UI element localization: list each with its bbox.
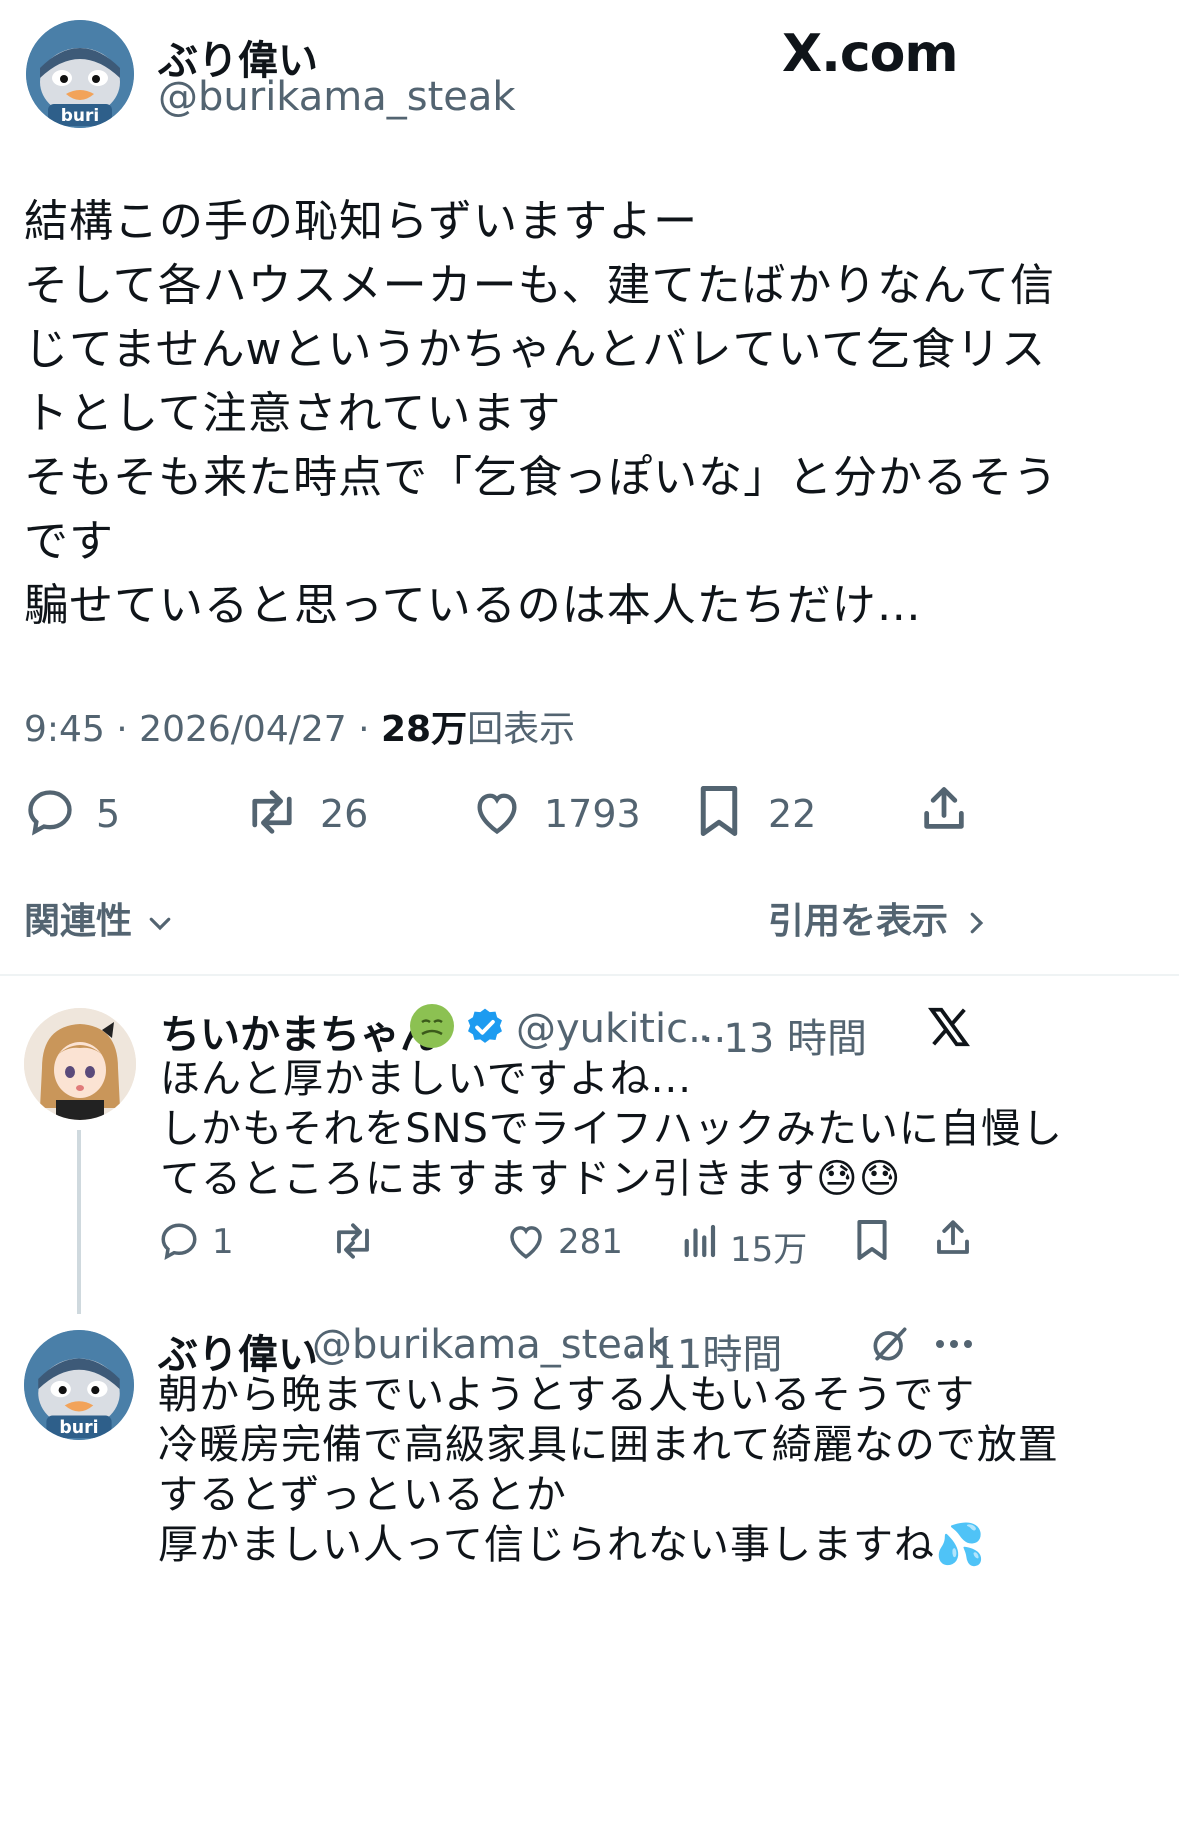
reply1-emoji: 😓😓 <box>816 1156 902 1202</box>
divider <box>0 974 1179 976</box>
reply1-bookmark-button[interactable] <box>854 1218 890 1262</box>
reply1-body: ほんと厚かましいですよね... しかもそれをSNSでライフハックみたいに自慢し … <box>160 1050 1063 1208</box>
reply2-body: 朝から晩までいようとする人もいるそうです 冷暖房完備で高級家具に囲まれて綺麗なの… <box>158 1366 1059 1574</box>
tweet-views-count: 28万 <box>381 709 468 750</box>
bookmark-button[interactable] <box>696 784 742 838</box>
heart-icon <box>477 793 517 835</box>
tweet-views-label: 回表示 <box>467 709 576 750</box>
reply2-line-text: 厚かましい人って信じられない事しますね <box>158 1522 935 1568</box>
reply-count: 5 <box>96 792 121 836</box>
sort-relevance-button[interactable]: 関連性 <box>24 892 175 944</box>
view-quotes-button[interactable]: 引用を表示 <box>768 892 991 944</box>
bar-chart-icon <box>684 1224 716 1258</box>
like-button[interactable] <box>470 786 524 838</box>
share-icon <box>924 787 964 829</box>
reply1-reply-count: 1 <box>212 1222 234 1262</box>
retweet-icon <box>252 790 292 834</box>
reply1-handle[interactable]: @yukitic... <box>516 1006 726 1052</box>
retweet-count: 26 <box>320 792 369 836</box>
view-quotes-label: 引用を表示 <box>768 901 949 942</box>
site-badge: X.com <box>782 24 959 84</box>
reply-button[interactable] <box>24 786 76 838</box>
share-icon <box>937 1220 969 1254</box>
reply1-share-button[interactable] <box>932 1216 974 1260</box>
thread-line <box>77 1130 81 1314</box>
reply1-line: てるところにますますドン引きます😓😓 <box>160 1150 1063 1208</box>
chevron-down-icon <box>149 917 170 931</box>
author-avatar[interactable]: buri <box>26 20 134 128</box>
reply2-avatar[interactable]: buri <box>24 1330 134 1440</box>
share-button[interactable] <box>918 782 970 836</box>
reply1-avatar[interactable] <box>24 1008 136 1120</box>
more-dots-icon[interactable] <box>934 1336 974 1355</box>
author-handle[interactable]: @burikama_steak <box>158 74 516 120</box>
reply1-views-count: 15万 <box>730 1230 808 1270</box>
sort-relevance-label: 関連性 <box>24 901 133 942</box>
retweet-button[interactable] <box>244 786 300 838</box>
reply1-like-button[interactable] <box>504 1220 548 1262</box>
tweet-line: 騙せていると思っているのは本人たちだけ… <box>24 580 922 631</box>
x-logo-icon[interactable] <box>926 1004 972 1054</box>
like-count: 1793 <box>544 792 641 836</box>
tweet-timestamp[interactable]: 9:45 · 2026/04/27 · <box>24 709 381 750</box>
tweet-line: そもそも来た時点で「乞食っぽいな」と分かるそう <box>24 452 1059 503</box>
reply2-emoji: 💦 <box>935 1522 986 1568</box>
reply1-retweet-button[interactable] <box>330 1220 376 1262</box>
avatar-label: buri <box>61 106 99 126</box>
reply1-reply-button[interactable] <box>158 1220 200 1262</box>
speech-bubble-icon <box>161 1223 197 1260</box>
reply1-line-text: てるところにますますドン引きます <box>160 1156 816 1202</box>
reply2-line: 厚かましい人って信じられない事しますね💦 <box>158 1516 1059 1574</box>
bookmark-icon <box>700 786 738 836</box>
speech-bubble-icon <box>28 790 72 836</box>
retweet-icon <box>337 1223 369 1259</box>
bookmark-count: 22 <box>768 792 817 836</box>
grok-icon[interactable] <box>868 1322 912 1370</box>
nauseated-face-icon <box>408 1002 456 1054</box>
tweet-body: 結構この手の恥知らずいますよー そして各ハウスメーカーも、建てたばかりなんて信 … <box>24 184 1164 644</box>
chevron-right-icon <box>970 912 983 934</box>
verified-badge-icon <box>464 1006 506 1052</box>
avatar-label: buri <box>59 1418 98 1438</box>
site-badge-text: X.com <box>782 24 959 84</box>
reply1-like-count: 281 <box>558 1222 623 1262</box>
heart-icon <box>510 1226 542 1259</box>
reply1-views-button[interactable] <box>680 1220 718 1262</box>
reply2-handle[interactable]: @burikama_steak <box>312 1322 670 1368</box>
bookmark-icon <box>857 1220 887 1260</box>
tweet-meta: 9:45 · 2026/04/27 · 28万回表示 <box>24 700 575 752</box>
